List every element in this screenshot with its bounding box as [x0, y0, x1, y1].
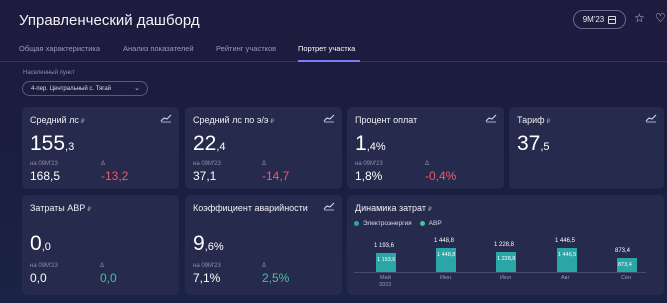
x-tick-label: Сен	[621, 275, 632, 281]
compare-label: на 09М'23	[30, 263, 58, 269]
compare-label: на 09М'23	[30, 161, 58, 167]
tab-rating[interactable]: Рейтинг участков	[216, 44, 276, 53]
tab-analysis[interactable]: Анализ показателей	[123, 44, 194, 53]
delta-value: 0,0	[100, 271, 117, 285]
card-title: Средний лс по э/э ₽	[193, 115, 275, 125]
compare-value: 168,5	[30, 169, 61, 183]
card-value: 1,4%	[355, 132, 386, 155]
card-title: Динамика затрат ₽	[355, 203, 432, 213]
delta-label: Δ	[262, 263, 267, 269]
active-tab-indicator	[298, 60, 360, 62]
settlement-select[interactable]: 4-пер. Центральный с. Тягай ⌄	[22, 81, 148, 96]
chart-legend: Электроэнергия АВР	[354, 220, 442, 227]
bar-total-label: 1 193,6	[374, 242, 395, 249]
legend-item-electricity: Электроэнергия	[354, 220, 412, 227]
delta-label: Δ	[100, 263, 105, 269]
delta-label: Δ	[425, 161, 430, 167]
trend-chart-icon[interactable]	[323, 113, 335, 123]
delta-label: Δ	[101, 161, 106, 167]
bar-total-label: 1 228,8	[494, 242, 515, 249]
legend-item-avr: АВР	[419, 220, 442, 227]
card-title: Средний лс ₽	[30, 115, 85, 125]
tab-portrait[interactable]: Портрет участка	[298, 44, 355, 53]
bar-value-label: 1 193,6	[377, 256, 396, 263]
delta-label: Δ	[262, 161, 267, 167]
compare-value: 0,0	[30, 271, 47, 285]
card-payment-percent: Процент оплат 1,4% на 09М'23 1,8% Δ -0,4…	[347, 107, 504, 189]
trend-chart-icon[interactable]	[645, 113, 657, 123]
card-tariff: Тариф ₽ 37,5	[509, 107, 664, 189]
page-title: Управленческий дашборд	[19, 12, 200, 29]
trend-chart-icon[interactable]	[485, 113, 497, 123]
filter-label: Населенный пункт	[23, 70, 75, 76]
card-title: Коэффициент аварийности	[193, 203, 308, 213]
heart-icon[interactable]: ♡	[655, 11, 666, 25]
delta-value: -13,2	[101, 169, 129, 183]
trend-chart-icon[interactable]	[160, 113, 172, 123]
star-icon[interactable]: ☆	[634, 11, 645, 25]
card-value: 22,4	[193, 132, 226, 155]
card-value: 155,3	[30, 132, 75, 155]
compare-label: на 09М'23	[193, 161, 221, 167]
card-title: Тариф ₽	[517, 115, 551, 125]
legend-label: Электроэнергия	[363, 220, 412, 227]
tab-general[interactable]: Общая характеристика	[19, 44, 100, 53]
bar-total-label: 873,4	[615, 247, 631, 254]
card-accident-rate: Коэффициент аварийности 9,6% на 09М'23 7…	[185, 195, 342, 295]
card-value: 9,6%	[193, 232, 224, 255]
period-selector-button[interactable]: 9М'23	[573, 10, 626, 29]
settlement-select-value: 4-пер. Центральный с. Тягай	[31, 85, 112, 92]
card-avg-ls: Средний лс ₽ 155,3 на 09М'23 168,5 Δ -13,…	[22, 107, 179, 189]
compare-label: на 09М'23	[355, 161, 383, 167]
period-label: 9М'23	[582, 15, 605, 24]
compare-value: 7,1%	[193, 271, 221, 285]
chevron-down-icon: ⌄	[134, 85, 140, 92]
card-title: Процент оплат	[355, 115, 418, 125]
header: Управленческий дашборд 9М'23 ☆ ♡	[0, 0, 667, 40]
compare-label: на 09М'23	[193, 263, 221, 269]
bar-value-label: 1 228,8	[497, 256, 516, 263]
card-avr-cost: Затраты АВР ₽ 0,0 на 09М'23 0,0 Δ 0,0	[22, 195, 179, 295]
delta-value: -14,7	[262, 169, 290, 183]
legend-dot	[419, 221, 425, 226]
bar-value-label: 873,4	[618, 261, 632, 268]
compare-value: 1,8%	[355, 169, 383, 183]
bar-total-label: 1 448,8	[434, 238, 455, 245]
chart-axis	[354, 272, 646, 273]
card-value: 0,0	[30, 232, 51, 255]
legend-label: АВР	[428, 220, 442, 227]
bar-value-label: 1 446,5	[558, 252, 577, 259]
legend-dot	[354, 221, 359, 226]
card-title: Затраты АВР ₽	[30, 203, 92, 213]
delta-value: -0,4%	[425, 169, 457, 183]
trend-chart-icon[interactable]	[323, 201, 335, 211]
tab-bar: Общая характеристика Анализ показателей …	[0, 38, 667, 62]
bar-value-label: 1 448,8	[437, 252, 456, 259]
x-tick-label: Май	[380, 275, 391, 281]
card-avg-ls-ee: Средний лс по э/э ₽ 22,4 на 09М'23 37,1 Δ…	[185, 107, 342, 189]
delta-value: 2,5%	[262, 271, 290, 285]
compare-value: 37,1	[193, 169, 217, 183]
x-tick-label: Июл	[500, 275, 512, 281]
x-tick-label: Июн	[440, 275, 452, 281]
x-tick-sublabel: 2023	[379, 282, 392, 288]
bar-total-label: 1 446,5	[555, 238, 576, 245]
x-tick-label: Авг	[561, 275, 570, 281]
calendar-icon	[608, 15, 617, 24]
card-value: 37,5	[517, 132, 550, 155]
